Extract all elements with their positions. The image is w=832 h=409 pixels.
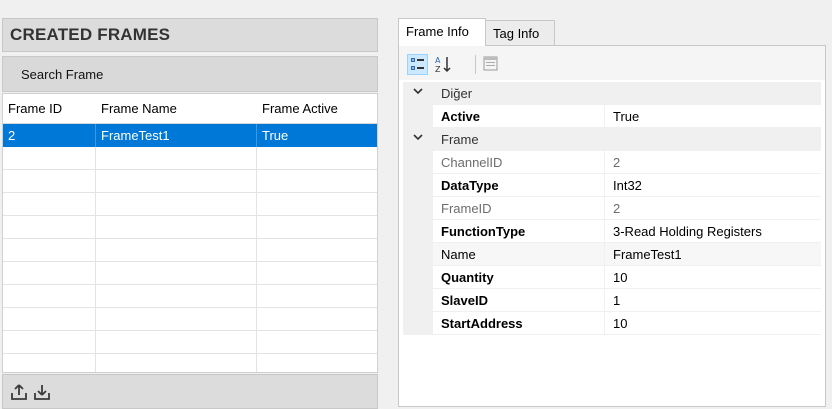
empty-row	[3, 285, 377, 308]
category-label: Frame	[441, 132, 479, 147]
tab-tag-info[interactable]: Tag Info	[485, 20, 555, 46]
property-value[interactable]: 10	[605, 312, 821, 335]
cell-frame-id: 2	[3, 124, 96, 147]
property-grid-toolbar: A Z	[399, 46, 825, 80]
categorized-view-icon[interactable]	[407, 54, 428, 75]
property-name: ChannelID	[433, 151, 605, 174]
property-value[interactable]: FrameTest1	[605, 243, 821, 266]
property-value[interactable]: 10	[605, 266, 821, 289]
empty-row	[3, 262, 377, 285]
frames-grid: Frame ID Frame Name Frame Active 2 Frame…	[2, 93, 378, 373]
property-grid: Diğer Active True Frame ChannelID 2 Data…	[403, 82, 821, 404]
property-name: Quantity	[433, 266, 605, 289]
column-header-frame-id[interactable]: Frame ID	[3, 94, 96, 124]
property-pages-icon[interactable]	[481, 54, 502, 75]
empty-row	[3, 308, 377, 331]
property-name: StartAddress	[433, 312, 605, 335]
property-row-channelid[interactable]: ChannelID 2	[403, 151, 821, 174]
toolbar-separator	[475, 55, 476, 74]
property-value[interactable]: 3-Read Holding Registers	[605, 220, 821, 243]
empty-row	[3, 147, 377, 170]
property-name: SlaveID	[433, 289, 605, 312]
created-frames-header: CREATED FRAMES	[2, 18, 378, 52]
property-row-quantity[interactable]: Quantity 10	[403, 266, 821, 289]
property-row-name[interactable]: Name FrameTest1	[403, 243, 821, 266]
svg-text:A: A	[435, 56, 441, 65]
upload-icon[interactable]	[10, 383, 28, 401]
property-row-functiontype[interactable]: FunctionType 3-Read Holding Registers	[403, 220, 821, 243]
property-value[interactable]: True	[605, 105, 821, 128]
property-name: Active	[433, 105, 605, 128]
property-value[interactable]: Int32	[605, 174, 821, 197]
tab-frame-info[interactable]: Frame Info	[398, 18, 486, 46]
property-name: FunctionType	[433, 220, 605, 243]
cell-frame-active: True	[262, 128, 289, 143]
property-value[interactable]: 2	[605, 151, 821, 174]
property-row-frameid[interactable]: FrameID 2	[403, 197, 821, 220]
empty-row	[3, 354, 377, 372]
grid-header-row: Frame ID Frame Name Frame Active	[3, 94, 377, 124]
property-name: DataType	[433, 174, 605, 197]
property-value[interactable]: 2	[605, 197, 821, 220]
frame-details-panel: Frame Info Tag Info A Z Diğer Active Tru…	[396, 18, 832, 409]
table-row[interactable]: 2 FrameTest1 True	[3, 124, 377, 147]
property-value[interactable]: 1	[605, 289, 821, 312]
category-frame[interactable]: Frame	[403, 128, 821, 151]
empty-row	[3, 216, 377, 239]
column-header-frame-active[interactable]: Frame Active	[257, 94, 377, 124]
column-header-frame-name[interactable]: Frame Name	[96, 94, 257, 124]
chevron-down-icon[interactable]	[412, 131, 426, 147]
property-row-slaveid[interactable]: SlaveID 1	[403, 289, 821, 312]
empty-row	[3, 239, 377, 262]
alphabetical-sort-icon[interactable]: A Z	[433, 54, 454, 75]
empty-row	[3, 331, 377, 354]
property-name: Name	[433, 243, 605, 266]
property-row-active[interactable]: Active True	[403, 105, 821, 128]
property-name: FrameID	[433, 197, 605, 220]
svg-text:Z: Z	[435, 65, 441, 74]
download-icon[interactable]	[33, 383, 51, 401]
search-frame-button[interactable]: Search Frame	[2, 56, 378, 92]
property-row-startaddress[interactable]: StartAddress 10	[403, 312, 821, 335]
cell-frame-name: FrameTest1	[96, 124, 257, 147]
created-frames-panel: CREATED FRAMES Search Frame Frame ID Fra…	[0, 18, 380, 409]
property-grid-container: A Z Diğer Active True Frame ChannelID 2 …	[398, 45, 826, 407]
category-label: Diğer	[441, 86, 473, 101]
chevron-down-icon[interactable]	[412, 85, 426, 101]
property-row-datatype[interactable]: DataType Int32	[403, 174, 821, 197]
empty-row	[3, 170, 377, 193]
category-diger[interactable]: Diğer	[403, 82, 821, 105]
empty-row	[3, 193, 377, 216]
frames-toolbar	[2, 374, 378, 409]
